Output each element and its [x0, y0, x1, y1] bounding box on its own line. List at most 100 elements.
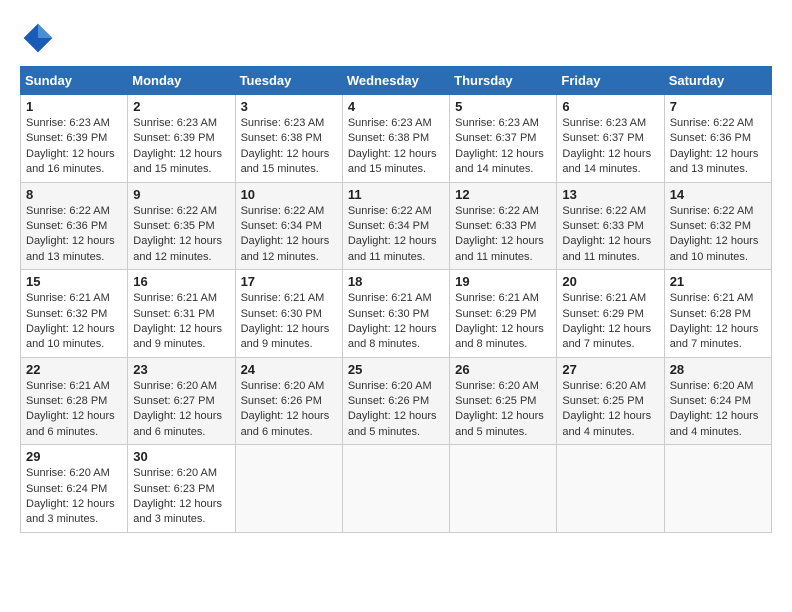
calendar-cell: 11 Sunrise: 6:22 AM Sunset: 6:34 PM Dayl…	[342, 182, 449, 270]
day-number: 5	[455, 99, 551, 114]
day-number: 25	[348, 362, 444, 377]
day-info: Sunrise: 6:23 AM Sunset: 6:37 PM Dayligh…	[562, 116, 658, 178]
day-info: Sunrise: 6:21 AM Sunset: 6:31 PM Dayligh…	[133, 291, 229, 353]
day-info: Sunrise: 6:20 AM Sunset: 6:24 PM Dayligh…	[670, 379, 766, 441]
day-number: 28	[670, 362, 766, 377]
calendar-week-3: 15 Sunrise: 6:21 AM Sunset: 6:32 PM Dayl…	[21, 270, 772, 358]
calendar-cell: 12 Sunrise: 6:22 AM Sunset: 6:33 PM Dayl…	[450, 182, 557, 270]
day-info: Sunrise: 6:22 AM Sunset: 6:33 PM Dayligh…	[562, 204, 658, 266]
weekday-sunday: Sunday	[21, 67, 128, 95]
day-number: 19	[455, 274, 551, 289]
day-number: 23	[133, 362, 229, 377]
day-number: 15	[26, 274, 122, 289]
calendar-cell: 1 Sunrise: 6:23 AM Sunset: 6:39 PM Dayli…	[21, 95, 128, 183]
weekday-thursday: Thursday	[450, 67, 557, 95]
day-number: 20	[562, 274, 658, 289]
calendar-cell: 15 Sunrise: 6:21 AM Sunset: 6:32 PM Dayl…	[21, 270, 128, 358]
calendar-cell: 27 Sunrise: 6:20 AM Sunset: 6:25 PM Dayl…	[557, 357, 664, 445]
calendar-cell: 28 Sunrise: 6:20 AM Sunset: 6:24 PM Dayl…	[664, 357, 771, 445]
day-number: 14	[670, 187, 766, 202]
calendar-week-5: 29 Sunrise: 6:20 AM Sunset: 6:24 PM Dayl…	[21, 445, 772, 533]
calendar-cell: 22 Sunrise: 6:21 AM Sunset: 6:28 PM Dayl…	[21, 357, 128, 445]
day-info: Sunrise: 6:22 AM Sunset: 6:32 PM Dayligh…	[670, 204, 766, 266]
weekday-friday: Friday	[557, 67, 664, 95]
calendar-cell	[342, 445, 449, 533]
day-info: Sunrise: 6:22 AM Sunset: 6:34 PM Dayligh…	[241, 204, 337, 266]
day-info: Sunrise: 6:21 AM Sunset: 6:28 PM Dayligh…	[670, 291, 766, 353]
day-number: 27	[562, 362, 658, 377]
day-info: Sunrise: 6:20 AM Sunset: 6:26 PM Dayligh…	[241, 379, 337, 441]
day-number: 16	[133, 274, 229, 289]
calendar-cell: 5 Sunrise: 6:23 AM Sunset: 6:37 PM Dayli…	[450, 95, 557, 183]
day-number: 11	[348, 187, 444, 202]
day-number: 10	[241, 187, 337, 202]
calendar-cell	[557, 445, 664, 533]
weekday-wednesday: Wednesday	[342, 67, 449, 95]
day-number: 7	[670, 99, 766, 114]
calendar-table: SundayMondayTuesdayWednesdayThursdayFrid…	[20, 66, 772, 533]
calendar-cell: 18 Sunrise: 6:21 AM Sunset: 6:30 PM Dayl…	[342, 270, 449, 358]
day-number: 8	[26, 187, 122, 202]
day-number: 22	[26, 362, 122, 377]
day-number: 26	[455, 362, 551, 377]
day-info: Sunrise: 6:20 AM Sunset: 6:25 PM Dayligh…	[562, 379, 658, 441]
day-info: Sunrise: 6:22 AM Sunset: 6:35 PM Dayligh…	[133, 204, 229, 266]
logo	[20, 20, 62, 56]
calendar-cell: 4 Sunrise: 6:23 AM Sunset: 6:38 PM Dayli…	[342, 95, 449, 183]
day-info: Sunrise: 6:22 AM Sunset: 6:33 PM Dayligh…	[455, 204, 551, 266]
calendar-cell: 21 Sunrise: 6:21 AM Sunset: 6:28 PM Dayl…	[664, 270, 771, 358]
weekday-tuesday: Tuesday	[235, 67, 342, 95]
weekday-monday: Monday	[128, 67, 235, 95]
day-info: Sunrise: 6:21 AM Sunset: 6:30 PM Dayligh…	[348, 291, 444, 353]
day-info: Sunrise: 6:20 AM Sunset: 6:27 PM Dayligh…	[133, 379, 229, 441]
calendar-cell: 29 Sunrise: 6:20 AM Sunset: 6:24 PM Dayl…	[21, 445, 128, 533]
calendar-cell: 24 Sunrise: 6:20 AM Sunset: 6:26 PM Dayl…	[235, 357, 342, 445]
calendar-cell: 23 Sunrise: 6:20 AM Sunset: 6:27 PM Dayl…	[128, 357, 235, 445]
day-number: 21	[670, 274, 766, 289]
calendar-cell: 3 Sunrise: 6:23 AM Sunset: 6:38 PM Dayli…	[235, 95, 342, 183]
day-number: 3	[241, 99, 337, 114]
day-info: Sunrise: 6:23 AM Sunset: 6:38 PM Dayligh…	[348, 116, 444, 178]
day-number: 17	[241, 274, 337, 289]
calendar-cell: 26 Sunrise: 6:20 AM Sunset: 6:25 PM Dayl…	[450, 357, 557, 445]
page-header	[20, 20, 772, 56]
calendar-cell: 10 Sunrise: 6:22 AM Sunset: 6:34 PM Dayl…	[235, 182, 342, 270]
day-number: 2	[133, 99, 229, 114]
day-info: Sunrise: 6:23 AM Sunset: 6:37 PM Dayligh…	[455, 116, 551, 178]
day-info: Sunrise: 6:23 AM Sunset: 6:39 PM Dayligh…	[133, 116, 229, 178]
day-number: 30	[133, 449, 229, 464]
day-number: 29	[26, 449, 122, 464]
calendar-cell: 6 Sunrise: 6:23 AM Sunset: 6:37 PM Dayli…	[557, 95, 664, 183]
calendar-cell	[235, 445, 342, 533]
calendar-cell	[664, 445, 771, 533]
calendar-cell: 20 Sunrise: 6:21 AM Sunset: 6:29 PM Dayl…	[557, 270, 664, 358]
calendar-cell	[450, 445, 557, 533]
day-info: Sunrise: 6:20 AM Sunset: 6:23 PM Dayligh…	[133, 466, 229, 528]
day-number: 24	[241, 362, 337, 377]
calendar-cell: 19 Sunrise: 6:21 AM Sunset: 6:29 PM Dayl…	[450, 270, 557, 358]
day-number: 12	[455, 187, 551, 202]
day-info: Sunrise: 6:20 AM Sunset: 6:24 PM Dayligh…	[26, 466, 122, 528]
calendar-cell: 30 Sunrise: 6:20 AM Sunset: 6:23 PM Dayl…	[128, 445, 235, 533]
day-info: Sunrise: 6:23 AM Sunset: 6:38 PM Dayligh…	[241, 116, 337, 178]
calendar-week-2: 8 Sunrise: 6:22 AM Sunset: 6:36 PM Dayli…	[21, 182, 772, 270]
day-number: 9	[133, 187, 229, 202]
day-info: Sunrise: 6:21 AM Sunset: 6:29 PM Dayligh…	[562, 291, 658, 353]
day-info: Sunrise: 6:21 AM Sunset: 6:30 PM Dayligh…	[241, 291, 337, 353]
day-info: Sunrise: 6:22 AM Sunset: 6:34 PM Dayligh…	[348, 204, 444, 266]
weekday-saturday: Saturday	[664, 67, 771, 95]
calendar-body: 1 Sunrise: 6:23 AM Sunset: 6:39 PM Dayli…	[21, 95, 772, 533]
day-info: Sunrise: 6:23 AM Sunset: 6:39 PM Dayligh…	[26, 116, 122, 178]
day-info: Sunrise: 6:21 AM Sunset: 6:32 PM Dayligh…	[26, 291, 122, 353]
calendar-cell: 13 Sunrise: 6:22 AM Sunset: 6:33 PM Dayl…	[557, 182, 664, 270]
day-info: Sunrise: 6:20 AM Sunset: 6:25 PM Dayligh…	[455, 379, 551, 441]
calendar-cell: 7 Sunrise: 6:22 AM Sunset: 6:36 PM Dayli…	[664, 95, 771, 183]
day-info: Sunrise: 6:22 AM Sunset: 6:36 PM Dayligh…	[26, 204, 122, 266]
day-number: 4	[348, 99, 444, 114]
calendar-cell: 14 Sunrise: 6:22 AM Sunset: 6:32 PM Dayl…	[664, 182, 771, 270]
calendar-cell: 17 Sunrise: 6:21 AM Sunset: 6:30 PM Dayl…	[235, 270, 342, 358]
weekday-header-row: SundayMondayTuesdayWednesdayThursdayFrid…	[21, 67, 772, 95]
day-info: Sunrise: 6:21 AM Sunset: 6:29 PM Dayligh…	[455, 291, 551, 353]
calendar-cell: 16 Sunrise: 6:21 AM Sunset: 6:31 PM Dayl…	[128, 270, 235, 358]
day-number: 1	[26, 99, 122, 114]
